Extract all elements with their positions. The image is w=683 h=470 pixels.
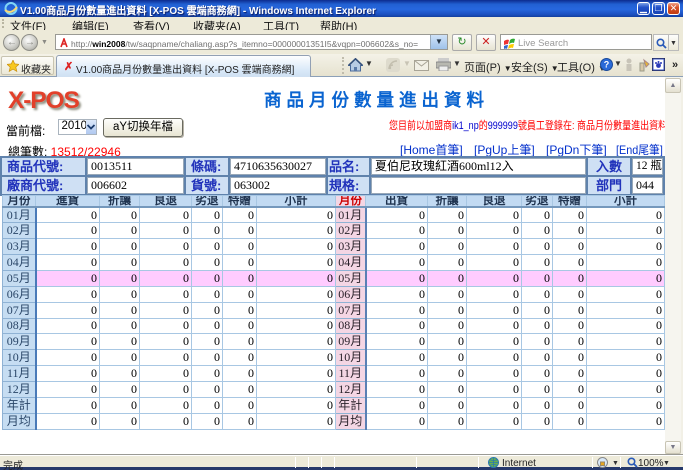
svg-text:?: ? — [604, 60, 610, 70]
